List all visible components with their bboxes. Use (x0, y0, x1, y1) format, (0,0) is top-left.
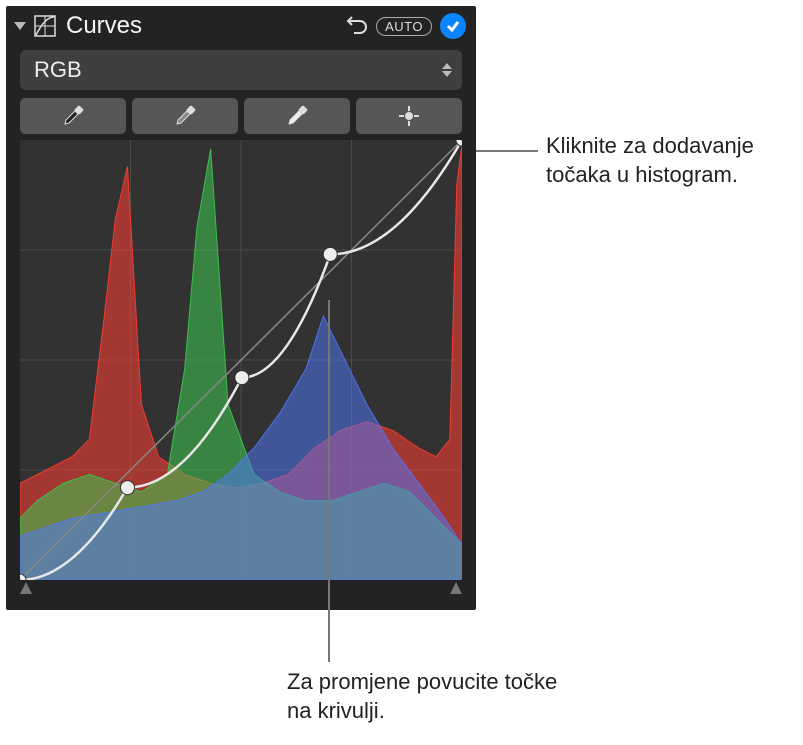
panel-title: Curves (66, 12, 338, 40)
curve-point[interactable] (323, 247, 337, 261)
add-point-button[interactable] (356, 98, 462, 134)
stepper-icon (442, 63, 452, 77)
callout-drag-point: Za promjene povucite točke na krivulji. (287, 668, 587, 725)
histogram-chart[interactable] (20, 140, 462, 580)
tool-row (20, 98, 462, 134)
curves-panel: Curves AUTO RGB (6, 6, 476, 610)
enable-toggle[interactable] (440, 13, 466, 39)
eyedropper-black-button[interactable] (20, 98, 126, 134)
channel-label: RGB (34, 57, 82, 83)
histogram-container (20, 140, 462, 600)
curves-tool-icon (34, 15, 56, 37)
auto-button[interactable]: AUTO (376, 17, 432, 36)
range-slider[interactable] (20, 580, 462, 600)
curve-point[interactable] (235, 371, 249, 385)
disclosure-triangle-icon[interactable] (14, 22, 26, 30)
channel-select[interactable]: RGB (20, 50, 462, 90)
panel-header: Curves AUTO (6, 6, 476, 50)
callout-add-point: Kliknite za dodavanje točaka u histogram… (546, 132, 786, 189)
eyedropper-gray-button[interactable] (132, 98, 238, 134)
callout-line (328, 300, 330, 662)
white-point-handle[interactable] (450, 582, 462, 594)
eyedropper-white-button[interactable] (244, 98, 350, 134)
reset-button[interactable] (346, 13, 368, 40)
black-point-handle[interactable] (20, 582, 32, 594)
callout-line (476, 150, 538, 152)
curve-point[interactable] (120, 481, 134, 495)
